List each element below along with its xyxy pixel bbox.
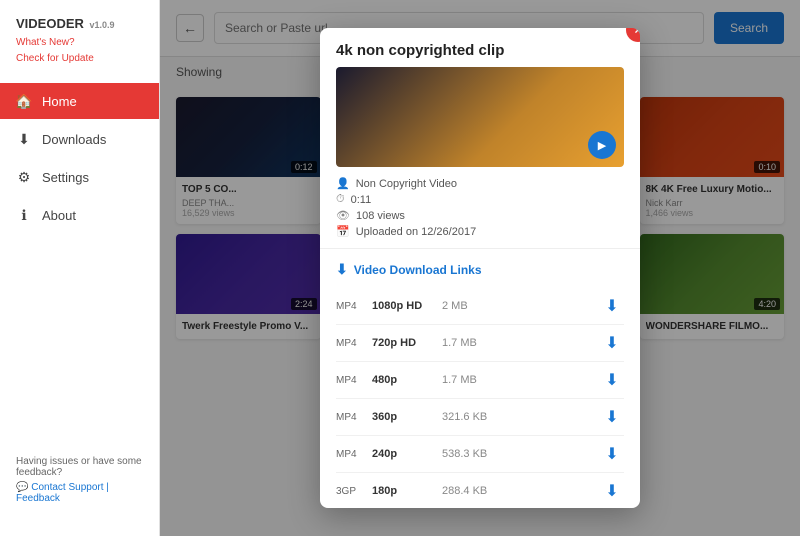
dl-size-1: 1.7 MB [442,337,600,349]
sidebar-item-downloads-label: Downloads [42,132,106,147]
eye-icon: 👁 [336,209,350,222]
download-list: MP4 1080p HD 2 MB ⬇ MP4 720p HD 1.7 MB ⬇… [336,288,624,508]
dl-size-3: 321.6 KB [442,411,600,423]
dl-quality-2: 480p [372,374,442,386]
dl-quality-1: 720p HD [372,337,442,349]
dl-format-4: MP4 [336,449,372,460]
sidebar-item-downloads[interactable]: ⬇ Downloads [0,121,159,157]
dl-button-2[interactable]: ⬇ [600,368,624,392]
dl-size-5: 288.4 KB [442,485,600,497]
modal-overlay[interactable]: × 4k non copyrighted clip ▶ 👤 Non Copyri… [160,0,800,536]
download-row-4: MP4 240p 538.3 KB ⬇ [336,436,624,473]
downloads-icon: ⬇ [16,131,32,147]
modal-header: 4k non copyrighted clip ▶ 👤 Non Copyrigh… [320,28,640,249]
dl-format-0: MP4 [336,301,372,312]
sidebar-item-settings-label: Settings [42,170,89,185]
download-row-2: MP4 480p 1.7 MB ⬇ [336,362,624,399]
modal-title: 4k non copyrighted clip [336,42,624,59]
calendar-icon: 📅 [336,225,350,238]
dl-size-2: 1.7 MB [442,374,600,386]
modal-video-preview: ▶ [336,67,624,167]
dl-quality-3: 360p [372,411,442,423]
dl-button-3[interactable]: ⬇ [600,405,624,429]
dl-quality-0: 1080p HD [372,300,442,312]
dl-format-5: 3GP [336,486,372,497]
download-icon: ⬇ [336,261,348,278]
sidebar-item-about-label: About [42,208,76,223]
main-content: ← Search Showing 0:12 TOP 5 CO... DEEP T… [160,0,800,536]
channel-icon: 👤 [336,177,350,190]
modal-dialog: × 4k non copyrighted clip ▶ 👤 Non Copyri… [320,28,640,508]
download-row-3: MP4 360p 321.6 KB ⬇ [336,399,624,436]
dl-format-1: MP4 [336,338,372,349]
sidebar-nav: 🏠 Home ⬇ Downloads ⚙ Settings ℹ About [0,83,159,233]
clock-icon: ⏱ [336,193,345,206]
download-row-0: MP4 1080p HD 2 MB ⬇ [336,288,624,325]
app-logo: VIDEODER v1.0.9 [0,16,159,35]
settings-icon: ⚙ [16,169,32,185]
about-icon: ℹ [16,207,32,223]
meta-uploaded: 📅 Uploaded on 12/26/2017 [336,225,624,238]
home-icon: 🏠 [16,93,32,109]
modal-links-section: ⬇ Video Download Links MP4 1080p HD 2 MB… [320,249,640,508]
dl-size-0: 2 MB [442,300,600,312]
dl-button-4[interactable]: ⬇ [600,442,624,466]
meta-views: 👁 108 views [336,209,624,222]
dl-format-3: MP4 [336,412,372,423]
modal-meta: 👤 Non Copyright Video ⏱ 0:11 👁 108 views… [336,177,624,238]
app-meta: What's New? Check for Update [0,35,159,83]
meta-duration: ⏱ 0:11 [336,193,624,206]
contact-support-link[interactable]: 💬 Contact Support | Feedback [16,482,143,504]
dl-quality-4: 240p [372,448,442,460]
whats-new-link[interactable]: What's New? [16,35,143,51]
sidebar-item-about[interactable]: ℹ About [0,197,159,233]
links-header: ⬇ Video Download Links [336,261,624,278]
footer-text: Having issues or have some feedback? [16,456,142,478]
download-row-1: MP4 720p HD 1.7 MB ⬇ [336,325,624,362]
sidebar: VIDEODER v1.0.9 What's New? Check for Up… [0,0,160,536]
check-update-link[interactable]: Check for Update [16,51,143,67]
dl-button-5[interactable]: ⬇ [600,479,624,503]
sidebar-item-home-label: Home [42,94,77,109]
dl-size-4: 538.3 KB [442,448,600,460]
sidebar-item-home[interactable]: 🏠 Home [0,83,159,119]
meta-channel: 👤 Non Copyright Video [336,177,624,190]
sidebar-footer: Having issues or have some feedback? 💬 C… [0,440,159,520]
dl-button-1[interactable]: ⬇ [600,331,624,355]
sidebar-item-settings[interactable]: ⚙ Settings [0,159,159,195]
download-row-5: 3GP 180p 288.4 KB ⬇ [336,473,624,508]
dl-quality-5: 180p [372,485,442,497]
play-button[interactable]: ▶ [588,131,616,159]
dl-format-2: MP4 [336,375,372,386]
dl-button-0[interactable]: ⬇ [600,294,624,318]
